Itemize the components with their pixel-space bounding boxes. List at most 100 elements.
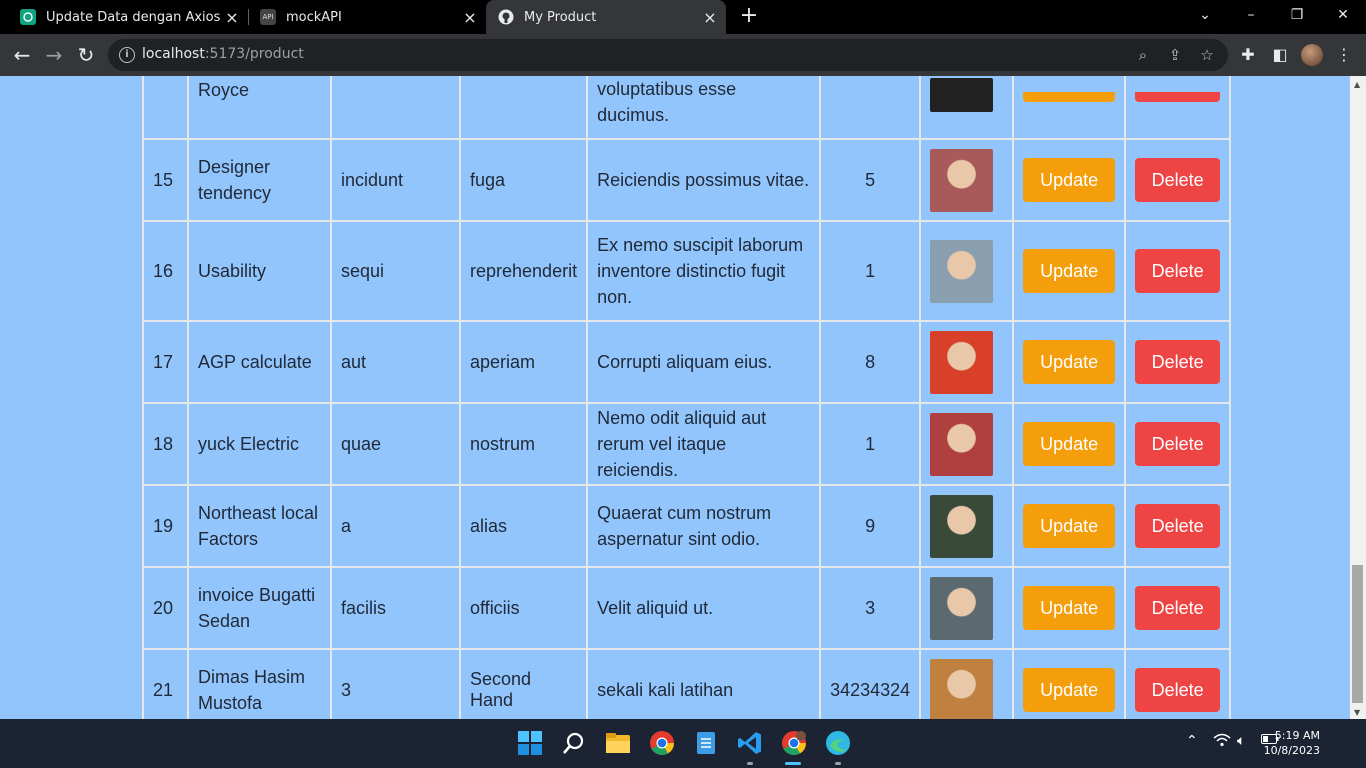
update-button[interactable] — [1023, 92, 1116, 102]
delete-button[interactable]: Delete — [1135, 249, 1221, 293]
product-table: Royce quos accusamus voluptatibus esse d… — [142, 76, 1232, 719]
browser-toolbar: ← → ↻ i localhost:5173/product ⌕ ⇪ ☆ ✚ ◧… — [0, 34, 1366, 76]
product-description: quos accusamus voluptatibus esse ducimus… — [586, 76, 822, 140]
delete-button[interactable] — [1135, 92, 1221, 102]
product-image — [930, 78, 994, 112]
table-row: 19 Northeast local Factors a alias Quaerat c… — [142, 484, 1232, 568]
clock-date: 10/8/2023 — [1263, 744, 1320, 757]
update-button[interactable]: Update — [1023, 504, 1116, 548]
product-image — [930, 330, 994, 394]
chrome-icon[interactable] — [649, 730, 675, 756]
table-row: 20 invoice Bugatti Sedan facilis officiis Ve… — [142, 566, 1232, 650]
menu-kebab-icon[interactable]: ⋮ — [1332, 44, 1356, 68]
system-clock[interactable]: 5:19 AM 10/8/2023 — [1264, 728, 1320, 758]
close-tab-icon[interactable]: × — [460, 8, 480, 27]
delete-button[interactable]: Delete — [1135, 340, 1221, 384]
product-quantity: 34234324 — [819, 648, 922, 719]
volume-icon[interactable]: 🔈︎ — [1237, 733, 1245, 749]
minimize-button[interactable]: – — [1228, 0, 1274, 34]
product-description: Nemo odit aliquid aut rerum vel itaque r… — [586, 402, 822, 486]
product-name: Royce — [187, 76, 332, 140]
tab-title: Update Data dengan Axios — [46, 9, 221, 25]
product-image — [930, 148, 994, 212]
file-explorer-icon[interactable] — [605, 730, 631, 756]
close-window-button[interactable]: ✕ — [1320, 0, 1366, 34]
chevron-up-icon[interactable]: ⌃ — [1186, 733, 1198, 749]
delete-button[interactable]: Delete — [1135, 158, 1221, 202]
product-name: Usability — [187, 220, 332, 322]
delete-button[interactable]: Delete — [1135, 504, 1221, 548]
vscode-icon[interactable] — [737, 730, 763, 756]
update-button[interactable]: Update — [1023, 422, 1116, 466]
edge-icon[interactable] — [825, 730, 851, 756]
close-tab-icon[interactable]: × — [700, 8, 720, 27]
product-description: Corrupti aliquam eius. — [586, 320, 822, 404]
side-panel-icon[interactable]: ◧ — [1268, 44, 1292, 68]
product-id: 16 — [142, 220, 189, 322]
product-field-b: reprehenderit — [458, 220, 589, 322]
page-scrollbar[interactable]: ▲ ▼ — [1350, 76, 1366, 719]
bookmark-star-icon[interactable]: ☆ — [1197, 45, 1217, 65]
product-field-b: officiis — [458, 566, 589, 650]
github-icon — [498, 9, 514, 25]
table-row: 21 Dimas Hasim Mustofa 3 Second Hand sekali … — [142, 648, 1232, 719]
tab-strip: Update Data dengan Axios × API mockAPI ×… — [0, 0, 1366, 34]
table-row: 16 Usability sequi reprehenderit Ex nemo sus… — [142, 220, 1232, 322]
product-image — [930, 412, 994, 476]
product-id: 21 — [142, 648, 189, 719]
delete-button[interactable]: Delete — [1135, 422, 1221, 466]
update-button[interactable]: Update — [1023, 249, 1116, 293]
clock-time: 5:19 AM — [1274, 729, 1320, 742]
product-field-a: 3 — [330, 648, 461, 719]
reload-button[interactable]: ↻ — [72, 42, 100, 70]
chrome-profile-icon[interactable] — [781, 730, 807, 756]
product-field-b: nostrum — [458, 402, 589, 486]
product-description: Ex nemo suscipit laborum inventore disti… — [586, 220, 822, 322]
close-tab-icon[interactable]: × — [222, 8, 242, 27]
product-description: sekali kali latihan — [586, 648, 822, 719]
tab-mockapi[interactable]: API mockAPI × — [248, 0, 486, 34]
tab-my-product[interactable]: My Product × — [486, 0, 726, 34]
product-id: 19 — [142, 484, 189, 568]
product-quantity: 1 — [819, 220, 922, 322]
tab-search-chevron-icon[interactable]: ⌄ — [1182, 0, 1228, 34]
product-image — [930, 239, 994, 303]
product-quantity: 9 — [819, 484, 922, 568]
scroll-down-arrow-icon[interactable]: ▼ — [1354, 708, 1360, 717]
update-button[interactable]: Update — [1023, 340, 1116, 384]
product-id: 15 — [142, 138, 189, 222]
new-tab-button[interactable]: + — [736, 4, 762, 30]
update-button[interactable]: Update — [1023, 668, 1116, 712]
notepad-icon[interactable] — [693, 730, 719, 756]
tab-update-data[interactable]: Update Data dengan Axios × — [8, 0, 248, 34]
share-icon[interactable]: ⇪ — [1165, 45, 1185, 65]
product-field-a: facilis — [330, 566, 461, 650]
delete-button[interactable]: Delete — [1135, 668, 1221, 712]
start-windows-icon[interactable] — [517, 730, 543, 756]
back-button[interactable]: ← — [8, 42, 36, 70]
delete-button[interactable]: Delete — [1135, 586, 1221, 630]
wifi-icon[interactable] — [1213, 733, 1231, 751]
update-button[interactable]: Update — [1023, 586, 1116, 630]
update-button[interactable]: Update — [1023, 158, 1116, 202]
extensions-icon[interactable]: ✚ — [1236, 44, 1260, 68]
restore-button[interactable]: ❐ — [1274, 0, 1320, 34]
scrollbar-thumb[interactable] — [1352, 565, 1363, 703]
table-row: 15 Designer tendency incidunt fuga Reiciendi… — [142, 138, 1232, 222]
product-name: AGP calculate — [187, 320, 332, 404]
site-info-icon[interactable]: i — [119, 47, 135, 63]
search-icon[interactable] — [561, 730, 587, 756]
zoom-icon[interactable]: ⌕ — [1133, 45, 1153, 65]
forward-button[interactable]: → — [40, 42, 68, 70]
product-field-a: a — [330, 484, 461, 568]
product-id: 20 — [142, 566, 189, 650]
address-bar[interactable]: i localhost:5173/product ⌕ ⇪ ☆ — [108, 39, 1228, 71]
product-field-a: aut — [330, 320, 461, 404]
windows-taskbar: ⌃ 🔈︎ 5:19 AM 10/8/2023 — [0, 719, 1366, 768]
product-image — [930, 576, 994, 640]
product-quantity: 3 — [819, 566, 922, 650]
mockapi-icon: API — [260, 9, 276, 25]
product-description: Velit aliquid ut. — [586, 566, 822, 650]
scroll-up-arrow-icon[interactable]: ▲ — [1354, 80, 1360, 89]
profile-avatar[interactable] — [1301, 44, 1323, 66]
